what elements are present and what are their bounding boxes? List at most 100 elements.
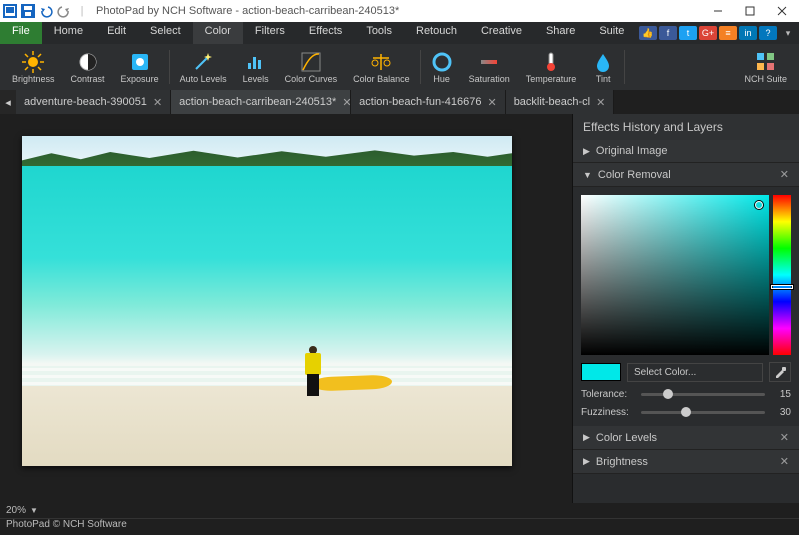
auto-levels-tool[interactable]: Auto Levels <box>172 46 235 88</box>
fuzziness-slider: Fuzziness: 30 <box>581 407 791 418</box>
rss-icon[interactable]: ≡ <box>719 26 737 40</box>
levels-tool[interactable]: Levels <box>235 46 277 88</box>
zoom-dropdown-icon[interactable]: ▼ <box>30 506 38 515</box>
redo-icon[interactable] <box>56 3 72 19</box>
document-tab[interactable]: adventure-beach-390051 ✕ <box>16 90 171 114</box>
menu-select[interactable]: Select <box>138 22 193 44</box>
tolerance-value: 15 <box>771 389 791 400</box>
close-section-icon[interactable]: ✕ <box>780 431 789 444</box>
color-field-cursor[interactable] <box>755 201 763 209</box>
menu-creative[interactable]: Creative <box>469 22 534 44</box>
tab-close-icon[interactable]: ✕ <box>153 96 162 109</box>
color-balance-tool[interactable]: Color Balance <box>345 46 418 88</box>
copyright-text: PhotoPad © NCH Software <box>0 518 799 532</box>
tint-tool[interactable]: Tint <box>584 46 622 88</box>
contrast-icon <box>77 51 99 73</box>
close-button[interactable] <box>767 1 797 21</box>
section-label: Original Image <box>596 145 668 157</box>
tolerance-track[interactable] <box>641 393 765 396</box>
menu-tools[interactable]: Tools <box>354 22 404 44</box>
menu-color[interactable]: Color <box>193 22 243 44</box>
hue-icon <box>431 51 453 73</box>
tolerance-thumb[interactable] <box>663 389 673 399</box>
zoom-level: 20% <box>6 505 26 516</box>
temperature-tool[interactable]: Temperature <box>518 46 585 88</box>
app-icon <box>2 3 18 19</box>
menu-file[interactable]: File <box>0 22 42 44</box>
canvas-area[interactable] <box>0 114 572 503</box>
tab-close-icon[interactable]: ✕ <box>487 96 496 109</box>
menu-suite[interactable]: Suite <box>587 22 636 44</box>
document-tab[interactable]: backlit-beach-cl ✕ <box>506 90 615 114</box>
exposure-tool[interactable]: Exposure <box>113 46 167 88</box>
menu-filters[interactable]: Filters <box>243 22 297 44</box>
facebook-icon[interactable]: f <box>659 26 677 40</box>
section-label: Color Levels <box>596 432 657 444</box>
selected-color-swatch <box>581 363 621 381</box>
save-icon[interactable] <box>20 3 36 19</box>
brightness-tool[interactable]: Brightness <box>4 46 63 88</box>
menu-home[interactable]: Home <box>42 22 95 44</box>
linkedin-icon[interactable]: in <box>739 26 757 40</box>
curves-icon <box>300 51 322 73</box>
hue-tool[interactable]: Hue <box>423 46 461 88</box>
contrast-tool[interactable]: Contrast <box>63 46 113 88</box>
section-brightness[interactable]: ▶ Brightness ✕ <box>573 450 799 474</box>
fuzziness-thumb[interactable] <box>681 407 691 417</box>
ribbon-label: Auto Levels <box>180 74 227 84</box>
exposure-icon <box>129 51 151 73</box>
hue-slider[interactable] <box>773 195 791 355</box>
tab-label: adventure-beach-390051 <box>24 96 147 108</box>
document-tab[interactable]: action-beach-fun-416676✕ <box>351 90 506 114</box>
ribbon-label: NCH Suite <box>744 74 787 84</box>
social-icons: 👍 f t G+ ≡ in ? ▾ <box>639 22 799 44</box>
close-section-icon[interactable]: ✕ <box>780 168 789 181</box>
eyedropper-button[interactable] <box>769 362 791 382</box>
document-tabs: ◂ adventure-beach-390051✕action-beach-ca… <box>0 90 799 114</box>
help-icon[interactable]: ? <box>759 26 777 40</box>
ribbon-separator <box>624 50 625 84</box>
tab-scroll-left[interactable]: ◂ <box>0 90 16 114</box>
select-color-button[interactable]: Select Color... <box>627 363 763 382</box>
ribbon-label: Color Balance <box>353 74 410 84</box>
minimize-button[interactable] <box>703 1 733 21</box>
section-color-levels[interactable]: ▶ Color Levels ✕ <box>573 426 799 450</box>
grid-icon <box>755 51 777 73</box>
image-canvas[interactable] <box>22 136 512 466</box>
menu-effects[interactable]: Effects <box>297 22 354 44</box>
close-section-icon[interactable]: ✕ <box>780 455 789 468</box>
fuzziness-value: 30 <box>771 407 791 418</box>
google-plus-icon[interactable]: G+ <box>699 26 717 40</box>
tab-close-icon[interactable]: ✕ <box>342 96 351 109</box>
ribbon-separator <box>169 50 170 84</box>
ribbon-label: Contrast <box>71 74 105 84</box>
chevron-down-icon: ▼ <box>583 170 592 180</box>
nch-suite-button[interactable]: NCH Suite <box>736 46 795 88</box>
quick-access-toolbar: | <box>2 3 90 19</box>
sun-icon <box>22 51 44 73</box>
fuzziness-track[interactable] <box>641 411 765 414</box>
menu-edit[interactable]: Edit <box>95 22 138 44</box>
thumb-up-icon[interactable]: 👍 <box>639 26 657 40</box>
undo-icon[interactable] <box>38 3 54 19</box>
tab-label: backlit-beach-cl <box>514 96 590 108</box>
tab-label: action-beach-carribean-240513* <box>179 96 336 108</box>
section-color-removal[interactable]: ▼ Color Removal ✕ <box>573 163 799 187</box>
status-bar: 20% ▼ PhotoPad © NCH Software <box>0 503 799 535</box>
ribbon-label: Levels <box>243 74 269 84</box>
section-original-image[interactable]: ▶ Original Image <box>573 140 799 163</box>
drop-icon <box>592 51 614 73</box>
color-curves-tool[interactable]: Color Curves <box>277 46 346 88</box>
tab-close-icon[interactable]: ✕ <box>596 96 605 109</box>
color-field-picker[interactable] <box>581 195 769 355</box>
document-tab[interactable]: action-beach-carribean-240513* ✕ <box>171 90 351 114</box>
menu-dropdown-icon[interactable]: ▾ <box>779 26 797 40</box>
chevron-right-icon: ▶ <box>583 456 590 467</box>
maximize-button[interactable] <box>735 1 765 21</box>
menu-retouch[interactable]: Retouch <box>404 22 469 44</box>
menu-share[interactable]: Share <box>534 22 587 44</box>
saturation-tool[interactable]: Saturation <box>461 46 518 88</box>
ribbon-label: Exposure <box>121 74 159 84</box>
hue-slider-thumb[interactable] <box>771 285 793 289</box>
twitter-icon[interactable]: t <box>679 26 697 40</box>
